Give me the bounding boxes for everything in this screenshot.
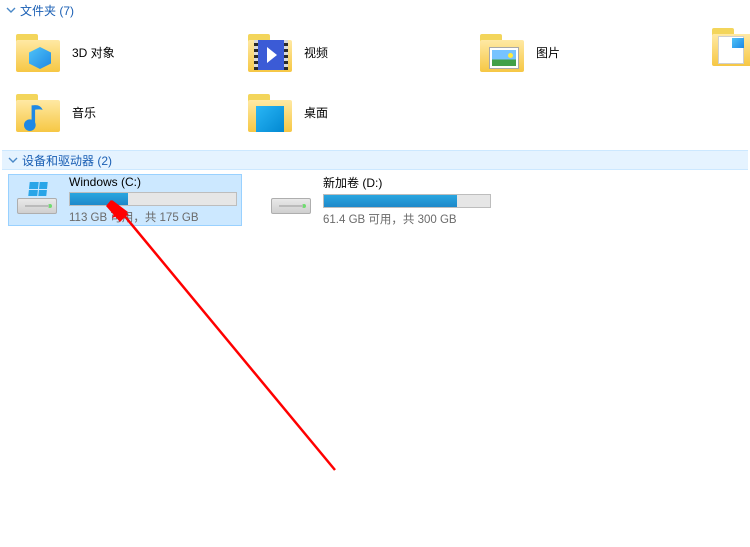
folder-label: 3D 对象 xyxy=(72,44,115,61)
folder-item-videos[interactable]: 视频 xyxy=(240,22,472,82)
folder-item-music[interactable]: 音乐 xyxy=(8,82,240,142)
section-header-drives[interactable]: 设备和驱动器 (2) xyxy=(2,150,748,170)
chevron-down-icon xyxy=(6,5,16,15)
cube-icon xyxy=(29,47,51,69)
drive-info: Windows (C:) 113 GB 可用，共 175 GB xyxy=(69,175,235,225)
folder-icon xyxy=(246,28,294,76)
drive-usage-bar xyxy=(69,192,237,206)
drive-name: 新加卷 (D:) xyxy=(323,174,489,191)
drive-item-c[interactable]: Windows (C:) 113 GB 可用，共 175 GB xyxy=(8,174,242,226)
desktop-icon xyxy=(256,106,284,132)
drive-row: Windows (C:) 113 GB 可用，共 175 GB 新加卷 (D:)… xyxy=(0,172,750,226)
folder-grid: 3D 对象 视频 图片 音乐 xyxy=(0,20,750,146)
folder-item-desktop[interactable]: 桌面 xyxy=(240,82,472,142)
windows-logo-icon xyxy=(28,182,47,196)
folder-icon xyxy=(478,28,526,76)
music-icon xyxy=(24,100,52,134)
drive-usage-fill xyxy=(324,195,457,207)
folder-label: 音乐 xyxy=(72,104,96,121)
drive-usage-fill xyxy=(70,193,128,205)
folder-label: 视频 xyxy=(304,44,328,61)
folder-icon xyxy=(246,88,294,136)
folder-label: 桌面 xyxy=(304,104,328,121)
drive-icon xyxy=(15,182,59,218)
folder-icon xyxy=(14,88,62,136)
drive-status: 113 GB 可用，共 175 GB xyxy=(69,209,235,225)
section-header-drives-label: 设备和驱动器 (2) xyxy=(22,152,112,169)
video-icon xyxy=(254,40,288,70)
drive-name: Windows (C:) xyxy=(69,175,235,189)
section-header-folders[interactable]: 文件夹 (7) xyxy=(0,0,750,20)
drive-info: 新加卷 (D:) 61.4 GB 可用，共 300 GB xyxy=(323,174,489,227)
folder-icon xyxy=(14,28,62,76)
drive-status: 61.4 GB 可用，共 300 GB xyxy=(323,211,489,227)
folder-label: 图片 xyxy=(536,44,560,61)
drive-usage-bar xyxy=(323,194,491,208)
picture-icon xyxy=(490,48,518,68)
chevron-down-icon xyxy=(8,155,18,165)
drive-item-d[interactable]: 新加卷 (D:) 61.4 GB 可用，共 300 GB xyxy=(262,174,496,226)
drive-icon xyxy=(269,182,313,218)
section-header-folders-label: 文件夹 (7) xyxy=(20,2,74,19)
folder-item-3d[interactable]: 3D 对象 xyxy=(8,22,240,82)
folder-item-partial[interactable] xyxy=(710,22,750,78)
folder-item-pictures[interactable]: 图片 xyxy=(472,22,704,82)
